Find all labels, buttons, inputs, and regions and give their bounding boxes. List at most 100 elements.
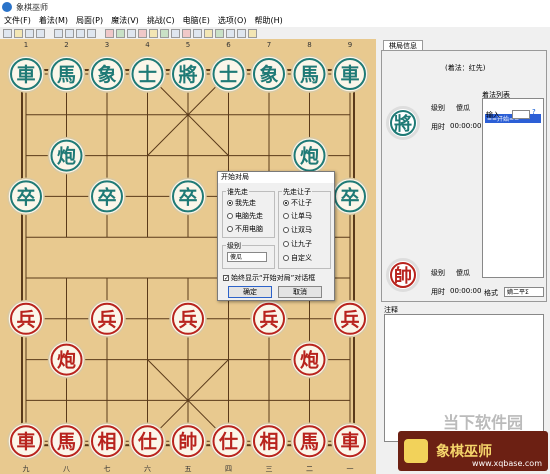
radio-icon[interactable]: [283, 227, 289, 233]
piece-label: 卒: [97, 185, 116, 208]
radio-no-computer[interactable]: 不用电脑: [227, 224, 263, 234]
piece-label: 車: [16, 63, 35, 86]
new-icon[interactable]: [3, 28, 12, 38]
piece-label: 兵: [178, 309, 197, 331]
piece-label: 卒: [340, 185, 359, 208]
file-number-top: 9: [348, 41, 352, 49]
menu-magic[interactable]: 魔法(V): [107, 15, 143, 26]
menu-position[interactable]: 局面(P): [72, 15, 107, 26]
level-select[interactable]: 傻瓜: [227, 252, 267, 262]
format-select[interactable]: 嫡二平Σ: [504, 287, 544, 297]
menu-help[interactable]: 帮助(H): [250, 15, 286, 26]
logo-text: 象棋巫师: [436, 444, 492, 460]
piece-label: 馬: [300, 64, 319, 86]
top-time-value: 00:00:00: [450, 122, 482, 130]
window-title: 象棋巫师: [16, 2, 48, 12]
edit-icon[interactable]: [138, 28, 147, 38]
bottom-player-piece-label: 帥: [390, 262, 416, 288]
cancel-button[interactable]: 取消: [278, 286, 322, 298]
piece-label: 仕: [218, 430, 238, 453]
piece-label: 卒: [16, 185, 35, 208]
top-player-piece: 將: [386, 106, 420, 140]
stop-icon[interactable]: [182, 28, 191, 38]
menu-computer[interactable]: 电脑(E): [179, 15, 214, 26]
piece-label: 車: [16, 430, 35, 453]
piece-label: 車: [340, 63, 359, 86]
file-number-bottom: 八: [63, 465, 70, 473]
computer-move-icon[interactable]: [204, 28, 213, 38]
logo-url: www.xqbase.com: [472, 459, 542, 468]
radio-icon[interactable]: [227, 226, 233, 232]
timer-icon[interactable]: [237, 28, 246, 38]
first-move-icon[interactable]: [54, 28, 63, 38]
radio-icon[interactable]: [283, 255, 289, 261]
file-number-bottom: 三: [266, 465, 273, 473]
book-icon[interactable]: [171, 28, 180, 38]
file-number-top: 5: [186, 41, 190, 49]
radio-icon[interactable]: [227, 200, 233, 206]
hint-icon[interactable]: [193, 28, 202, 38]
file-number-top: 6: [226, 41, 231, 49]
file-number-bottom: 一: [347, 465, 354, 473]
bottom-level-value: 傻瓜: [456, 269, 470, 277]
radio-two-horses[interactable]: 让双马: [283, 225, 312, 235]
always-show-checkbox[interactable]: ✓ 始终显示“开始对局”对话框: [223, 273, 315, 283]
move-list[interactable]: ==开始==: [482, 98, 544, 278]
radio-custom[interactable]: 自定义: [283, 253, 312, 263]
radio-no-handicap[interactable]: 不让子: [283, 198, 312, 208]
piece-label: 兵: [97, 309, 116, 331]
prev-move-icon[interactable]: [65, 28, 74, 38]
bottom-time-label: 用时: [431, 288, 445, 296]
radio-computer-first[interactable]: 电脑先走: [227, 211, 263, 221]
red-piece-icon[interactable]: [105, 28, 114, 38]
radio-icon[interactable]: [283, 200, 289, 206]
menu-challenge[interactable]: 挑战(C): [143, 15, 179, 26]
piece-label: 仕: [137, 430, 157, 453]
analyze-icon[interactable]: [160, 28, 169, 38]
next-move-icon[interactable]: [76, 28, 85, 38]
radio-nine-pieces[interactable]: 让九子: [283, 239, 312, 249]
radio-icon[interactable]: [283, 213, 289, 219]
ok-button[interactable]: 确定: [228, 286, 272, 298]
save-icon[interactable]: [25, 28, 34, 38]
open-icon[interactable]: [14, 28, 23, 38]
piece-label: 兵: [16, 309, 35, 331]
piece-label: 馬: [57, 431, 76, 453]
help-icon[interactable]: [248, 28, 257, 38]
lightning-icon[interactable]: [149, 28, 158, 38]
settings-icon[interactable]: [215, 28, 224, 38]
radio-me-first[interactable]: 我先走: [227, 198, 256, 208]
who-first-label: 谁先走: [226, 187, 249, 197]
menu-file[interactable]: 文件(F): [0, 15, 35, 26]
menu-options[interactable]: 选项(O): [214, 15, 251, 26]
piece-label: 車: [340, 430, 359, 453]
top-level-label: 级别: [431, 104, 445, 112]
file-number-bottom: 九: [23, 464, 30, 473]
board-icon[interactable]: [116, 28, 125, 38]
move-input[interactable]: [512, 110, 530, 119]
last-move-icon[interactable]: [87, 28, 96, 38]
piece-label: 卒: [178, 185, 197, 208]
format-label: 格式: [484, 289, 498, 297]
radio-one-horse[interactable]: 让单马: [283, 211, 312, 221]
check-icon[interactable]: ✓: [223, 275, 229, 282]
file-number-top: 4: [145, 41, 150, 49]
sound-icon[interactable]: [226, 28, 235, 38]
menu-moves[interactable]: 着法(M): [35, 15, 72, 26]
file-number-bottom: 五: [185, 465, 192, 473]
file-number-top: 3: [105, 41, 109, 49]
radio-icon[interactable]: [227, 213, 233, 219]
piece-label: 將: [178, 63, 197, 86]
radio-icon[interactable]: [283, 241, 289, 247]
dialog-title: 开始对局: [218, 172, 334, 183]
print-icon[interactable]: [36, 28, 45, 38]
logo-icon: [404, 439, 428, 463]
flip-icon[interactable]: [127, 28, 136, 38]
file-number-top: 8: [307, 41, 311, 49]
piece-label: 象: [97, 63, 116, 86]
handicap-label: 先走让子: [282, 187, 312, 197]
piece-label: 兵: [340, 309, 359, 331]
help-button[interactable]: ?: [532, 108, 536, 116]
piece-label: 炮: [57, 145, 76, 168]
file-number-top: 7: [267, 41, 271, 49]
